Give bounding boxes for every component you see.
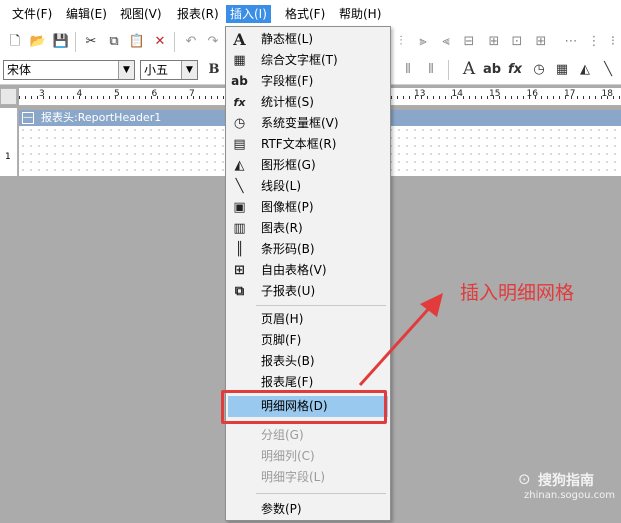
watermark-text: 搜狗指南 bbox=[538, 473, 594, 489]
annotation-text: 插入明细网格 bbox=[460, 282, 575, 304]
arrow-annotation bbox=[358, 293, 443, 387]
watermark-logo-icon: ⊙ bbox=[518, 470, 531, 488]
watermark: ⊙ 搜狗指南 zhinan.sogou.com bbox=[516, 470, 620, 510]
arrow-line bbox=[358, 303, 434, 387]
watermark-url: zhinan.sogou.com bbox=[524, 490, 616, 501]
